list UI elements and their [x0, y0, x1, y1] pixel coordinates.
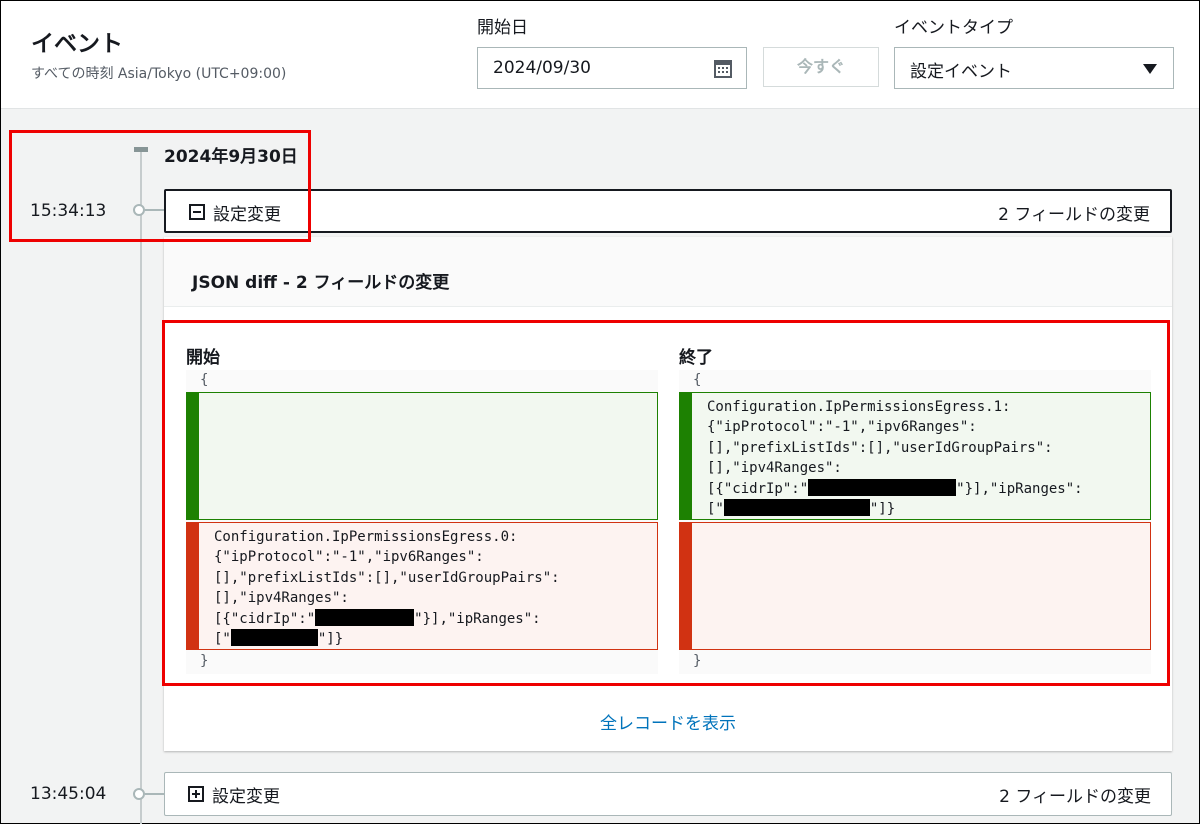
timeline-line — [140, 152, 142, 824]
calendar-icon[interactable] — [714, 60, 732, 78]
event-row-collapsed[interactable]: 設定変更 2 フィールドの変更 — [164, 772, 1172, 816]
event-type-select[interactable]: 設定イベント — [894, 47, 1174, 89]
event-change-count: 2 フィールドの変更 — [999, 787, 1151, 807]
diff-title: JSON diff - 2 フィールドの変更 — [192, 273, 450, 293]
page-title: イベント — [31, 31, 123, 57]
plus-square-icon[interactable] — [188, 786, 204, 802]
event-time: 13:45:04 — [30, 784, 107, 804]
start-date-value: 2024/09/30 — [493, 58, 591, 78]
diff-panel-header: JSON diff - 2 フィールドの変更 — [164, 237, 1172, 307]
page-header: イベント すべての時刻 Asia/Tokyo (UTC+09:00) 開始日 2… — [1, 1, 1199, 109]
start-date-input[interactable]: 2024/09/30 — [477, 47, 747, 89]
timezone-note: すべての時刻 Asia/Tokyo (UTC+09:00) — [31, 66, 287, 82]
event-type-label: イベントタイプ — [894, 18, 1013, 38]
timeline-connector — [145, 793, 164, 795]
highlight-box-event — [9, 130, 311, 242]
event-change-count: 2 フィールドの変更 — [998, 205, 1150, 225]
event-label: 設定変更 — [212, 787, 280, 807]
now-button[interactable]: 今すぐ — [763, 47, 879, 87]
event-row-expanded[interactable]: 設定変更 2 フィールドの変更 — [164, 189, 1172, 233]
timeline-dot — [133, 788, 145, 800]
start-date-label: 開始日 — [477, 18, 528, 38]
event-type-value: 設定イベント — [910, 62, 1012, 82]
caret-down-icon — [1143, 64, 1157, 74]
highlight-box-diff — [162, 320, 1170, 686]
show-all-records-link[interactable]: 全レコードを表示 — [164, 709, 1172, 734]
